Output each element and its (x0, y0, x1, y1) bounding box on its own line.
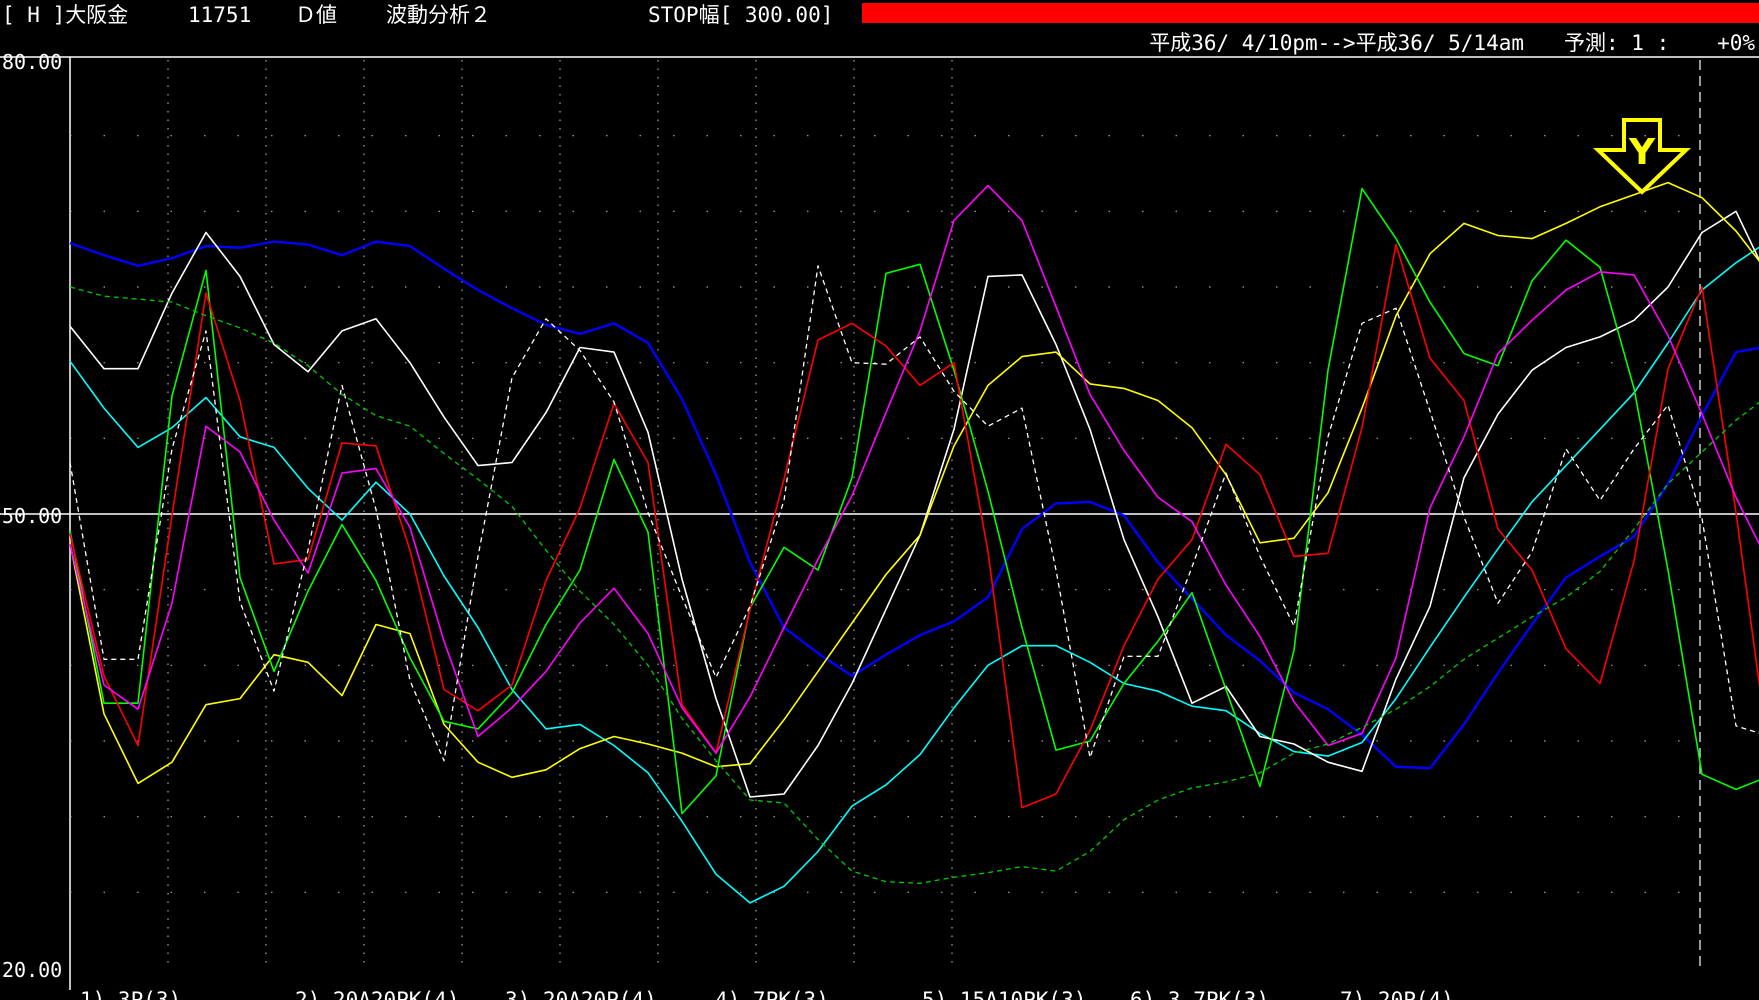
series-line-2 (69, 246, 1759, 904)
series-line-4 (69, 181, 1759, 785)
legend: 1) 3P(3) 2) 20A20PK(4) 3) 20A20P(4) 4) 7PK(… (80, 988, 1454, 1000)
legend-item-1: 1) 3P(3) (80, 988, 181, 1000)
legend-item-6: 6) 3.7PK(3) (1130, 988, 1269, 1000)
y-tick-label: 50.00 (2, 504, 62, 528)
chart-canvas: [ H ]大阪金 11751 Ｄ値 波動分析２ STOP幅[ 300.00] 平… (0, 3, 1759, 1000)
marker-label: Y (1628, 132, 1656, 173)
y-tick-label: 80.00 (2, 50, 62, 74)
legend-item-5: 5) 15A10PK(3) (922, 988, 1086, 1000)
series-line-9 (69, 286, 1759, 884)
y-tick-label: 20.00 (2, 958, 62, 982)
forecast-label: 予測: 1 : (1564, 31, 1669, 55)
stop-width-bar (862, 3, 1759, 23)
legend-item-3: 3) 20A20P(4) (505, 988, 657, 1000)
analysis-name: 波動分析２ (386, 3, 491, 27)
change-label: +0% (1717, 31, 1755, 55)
price-type: Ｄ値 (295, 3, 337, 27)
legend-item-7: 7) 20P(4) (1340, 988, 1454, 1000)
legend-item-2: 2) 20A20PK(4) (295, 988, 459, 1000)
period-label: 平成36/ 4/10pm-->平成36/ 5/14am (1149, 31, 1524, 55)
stop-width-label: STOP幅[ 300.00] (648, 3, 833, 27)
y-tick-labels: 80.00 50.00 20.00 (2, 50, 62, 982)
series-line-5 (69, 187, 1759, 815)
symbol-code: 11751 (188, 3, 251, 27)
marker-group: Y (1593, 118, 1691, 195)
series-group (69, 181, 1759, 904)
symbol-label: [ H ]大阪金 (2, 3, 128, 27)
series-line-7 (69, 184, 1759, 754)
legend-item-4: 4) 7PK(3) (715, 988, 829, 1000)
